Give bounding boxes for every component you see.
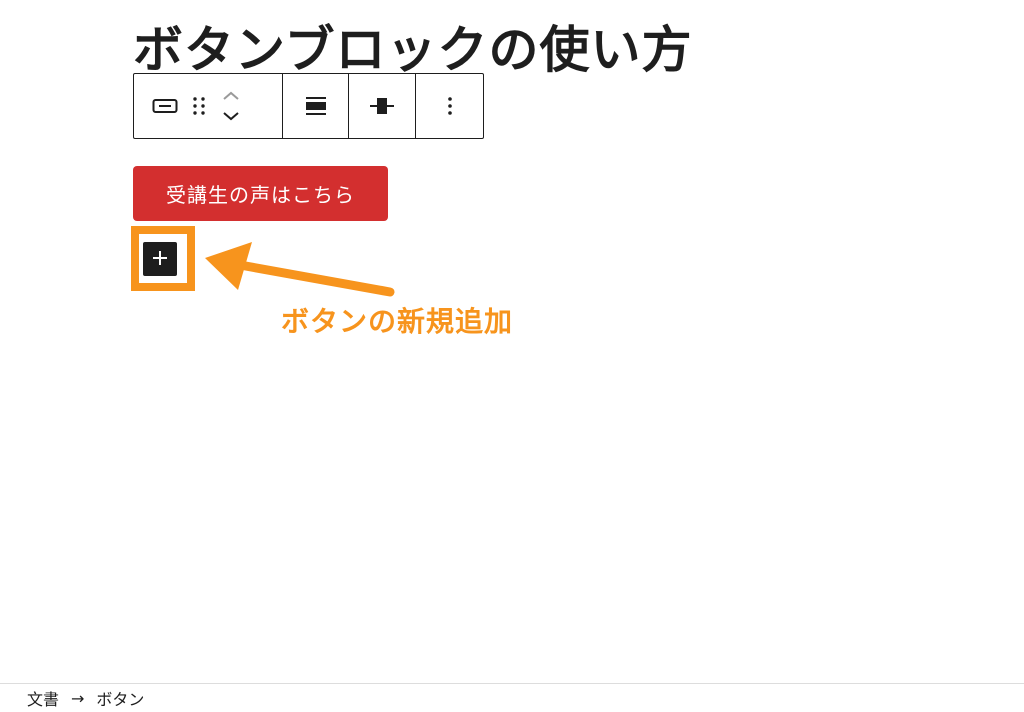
block-type-button[interactable] bbox=[152, 96, 178, 116]
justification-button[interactable] bbox=[305, 96, 327, 116]
options-button[interactable] bbox=[447, 96, 453, 116]
button-block-icon bbox=[152, 96, 178, 116]
toolbar-group-block bbox=[134, 74, 283, 138]
annotation-label: ボタンの新規追加 bbox=[281, 305, 514, 338]
breadcrumb-document[interactable]: 文書 bbox=[27, 686, 59, 710]
breadcrumb-button[interactable]: ボタン bbox=[96, 686, 144, 710]
block-toolbar bbox=[133, 73, 484, 139]
drag-handle-icon bbox=[192, 96, 206, 116]
justify-stretch-icon bbox=[305, 96, 327, 116]
plus-icon bbox=[151, 249, 169, 270]
block-movers bbox=[222, 91, 240, 121]
block-breadcrumb: 文書 → ボタン bbox=[0, 683, 1024, 712]
align-center-icon bbox=[370, 95, 395, 117]
more-vertical-icon bbox=[447, 96, 453, 116]
breadcrumb-arrow-icon: → bbox=[71, 688, 85, 708]
toolbar-group-align bbox=[349, 74, 417, 138]
toolbar-group-options bbox=[416, 74, 483, 138]
vertical-alignment-button[interactable] bbox=[370, 95, 395, 117]
chevron-down-icon bbox=[222, 111, 240, 121]
add-button-inserter[interactable] bbox=[143, 242, 177, 276]
toolbar-group-justify bbox=[283, 74, 350, 138]
chevron-up-icon bbox=[222, 91, 240, 101]
content-button[interactable]: 受講生の声はこちら bbox=[133, 166, 388, 221]
move-up-button[interactable] bbox=[222, 91, 240, 101]
drag-handle-button[interactable] bbox=[192, 96, 206, 116]
move-down-button[interactable] bbox=[222, 111, 240, 121]
editor-canvas: ボタンブロックの使い方 受講生の声はこちら ボタンの新規追加 文書 → ボタン bbox=[0, 0, 1024, 712]
annotation-arrow-icon bbox=[205, 242, 395, 297]
